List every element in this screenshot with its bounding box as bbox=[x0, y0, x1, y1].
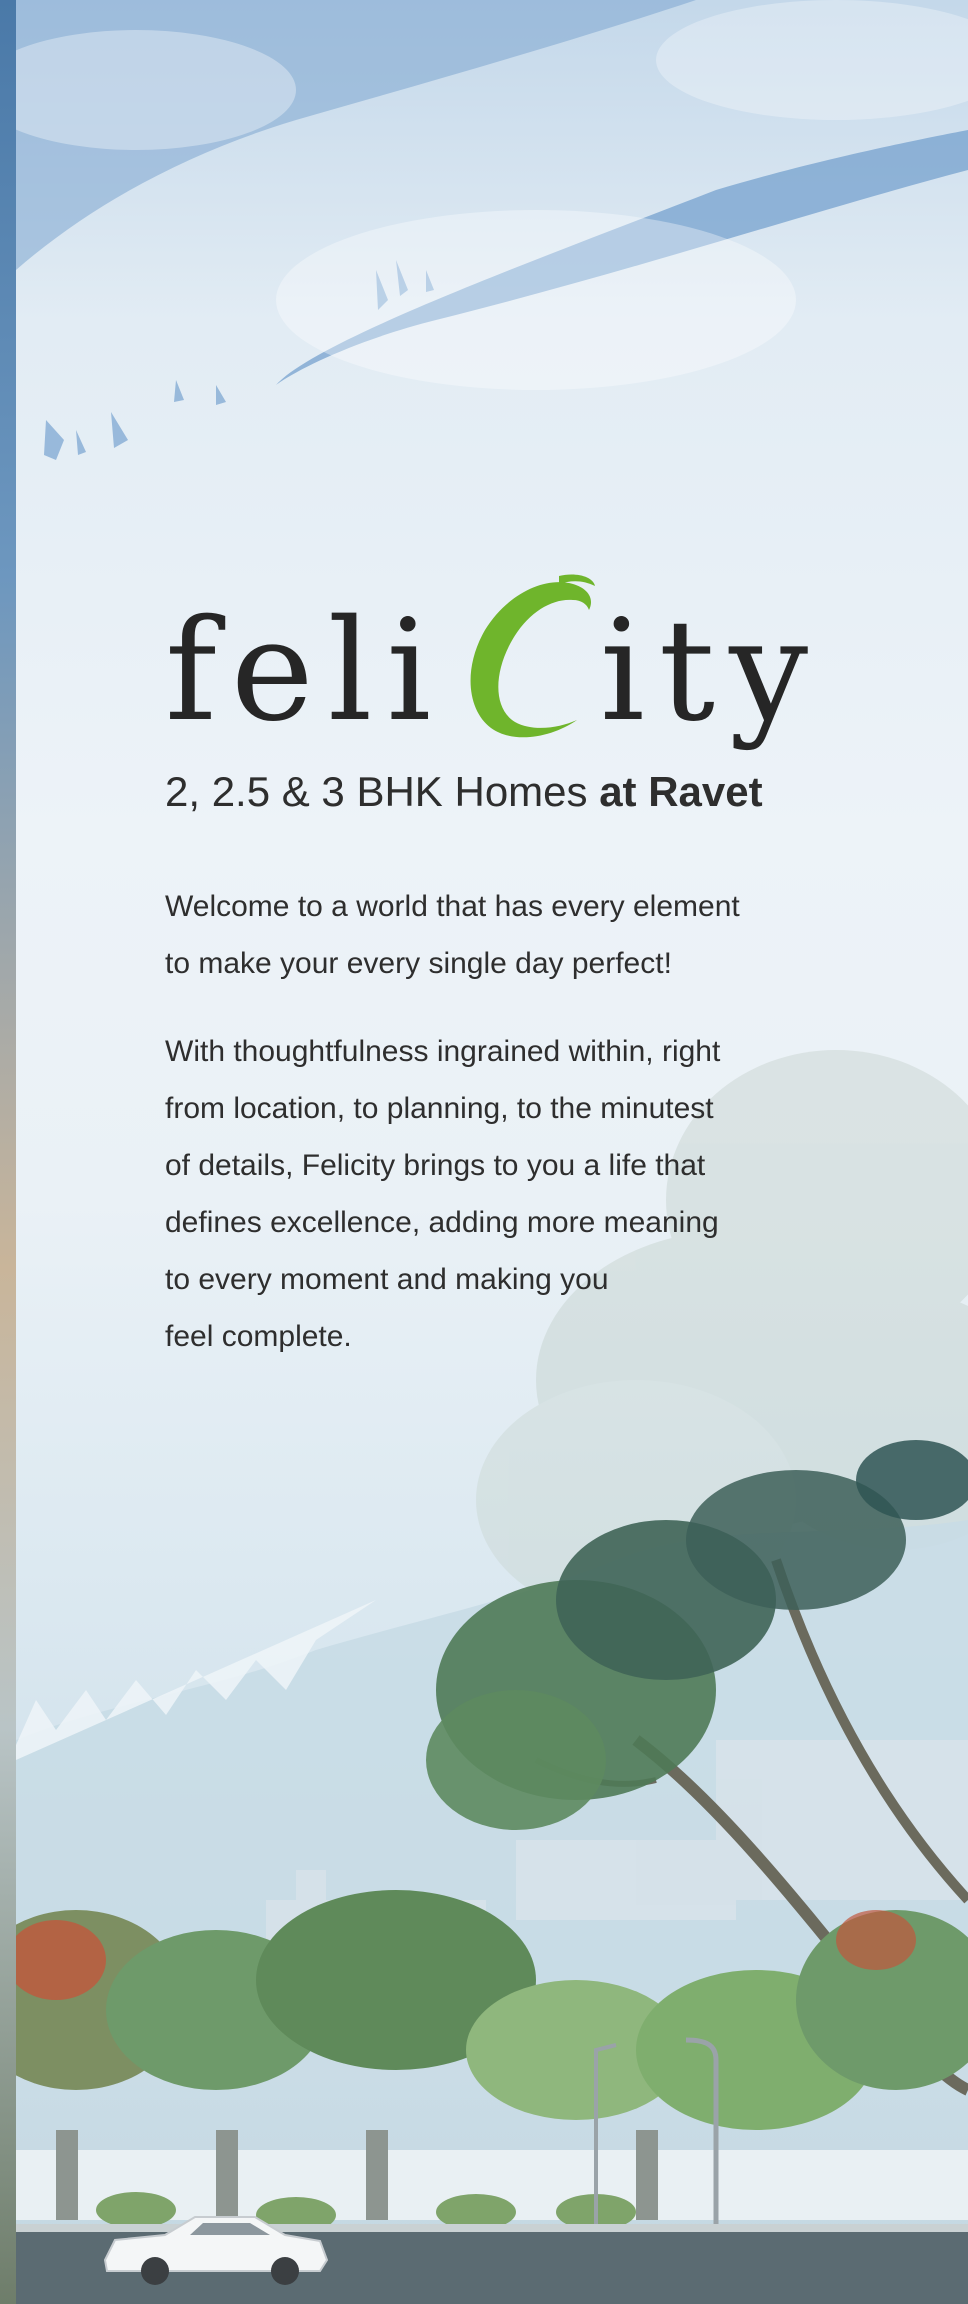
brochure-page: feli ity 2, 2.5 & 3 BHK Homes at Ravet W… bbox=[0, 0, 968, 2304]
felicity-logo: feli ity bbox=[165, 560, 845, 760]
logo-c-mark-icon bbox=[470, 574, 595, 738]
cloud bbox=[656, 0, 968, 120]
description-line: from location, to planning, to the minut… bbox=[165, 1092, 714, 1125]
car-illustration bbox=[103, 2216, 329, 2285]
logo-text-part1: feli bbox=[165, 590, 446, 753]
description-line: defines excellence, adding more meaning bbox=[165, 1206, 719, 1239]
cloud bbox=[276, 210, 796, 390]
intro-paragraph: Welcome to a world that has every elemen… bbox=[165, 878, 815, 992]
tagline-regular: 2, 2.5 & 3 BHK Homes bbox=[165, 768, 600, 815]
tagline-bold: at Ravet bbox=[599, 768, 763, 815]
description-line: With thoughtfulness ingrained within, ri… bbox=[165, 1035, 721, 1068]
description-line: to every moment and making you bbox=[165, 1263, 609, 1296]
description-line: feel complete. bbox=[165, 1320, 352, 1353]
intro-line: Welcome to a world that has every elemen… bbox=[165, 890, 740, 923]
description-paragraph: With thoughtfulness ingrained within, ri… bbox=[165, 1023, 815, 1365]
left-edge-strip bbox=[0, 0, 16, 2304]
intro-line: to make your every single day perfect! bbox=[165, 947, 672, 980]
description-line: of details, Felicity brings to you a lif… bbox=[165, 1149, 706, 1182]
tagline: 2, 2.5 & 3 BHK Homes at Ravet bbox=[165, 768, 845, 816]
logo-text-part2: ity bbox=[600, 590, 823, 753]
